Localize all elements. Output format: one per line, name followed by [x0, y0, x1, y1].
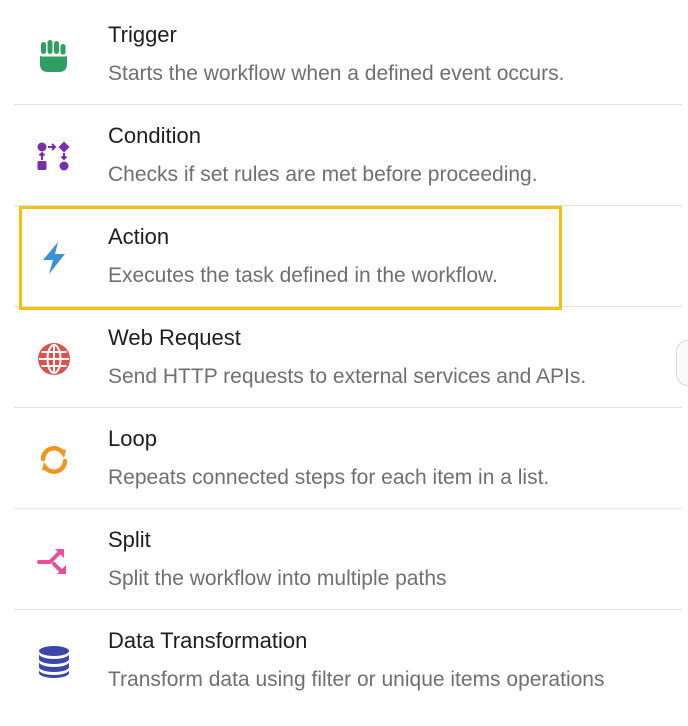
item-description: Send HTTP requests to external services …	[108, 365, 587, 388]
split-arrows-icon	[34, 541, 74, 581]
database-icon	[34, 642, 74, 682]
item-title: Web Request	[108, 325, 241, 350]
branch-shapes-icon	[34, 137, 74, 177]
loop-arrows-icon	[34, 440, 74, 480]
list-item-loop[interactable]: Loop Repeats connected steps for each it…	[14, 408, 682, 509]
lightning-bolt-icon	[34, 238, 74, 278]
item-title: Split	[108, 527, 151, 552]
item-description: Repeats connected steps for each item in…	[108, 466, 550, 489]
list-item-trigger[interactable]: Trigger Starts the workflow when a defin…	[14, 4, 682, 105]
item-description: Split the workflow into multiple paths	[108, 567, 447, 590]
scroll-handle[interactable]	[676, 340, 688, 386]
item-title: Action	[108, 224, 170, 249]
list-item-action[interactable]: Action Executes the task defined in the …	[14, 206, 682, 307]
node-type-list: Trigger Starts the workflow when a defin…	[14, 4, 682, 711]
item-description: Transform data using filter or unique it…	[108, 668, 605, 691]
item-description: Executes the task defined in the workflo…	[108, 264, 498, 287]
list-item-split[interactable]: Split Split the workflow into multiple p…	[14, 509, 682, 610]
hand-tap-icon	[34, 36, 74, 76]
globe-icon	[34, 339, 74, 379]
list-item-web-request[interactable]: Web Request Send HTTP requests to extern…	[14, 307, 682, 408]
item-description: Checks if set rules are met before proce…	[108, 163, 538, 186]
list-item-condition[interactable]: Condition Checks if set rules are met be…	[14, 105, 682, 206]
item-description: Starts the workflow when a defined event…	[108, 62, 565, 85]
list-item-data-transformation[interactable]: Data Transformation Transform data using…	[14, 610, 682, 711]
item-title: Condition	[108, 123, 201, 148]
item-title: Data Transformation	[108, 628, 308, 653]
item-title: Loop	[108, 426, 157, 451]
item-title: Trigger	[108, 22, 177, 47]
